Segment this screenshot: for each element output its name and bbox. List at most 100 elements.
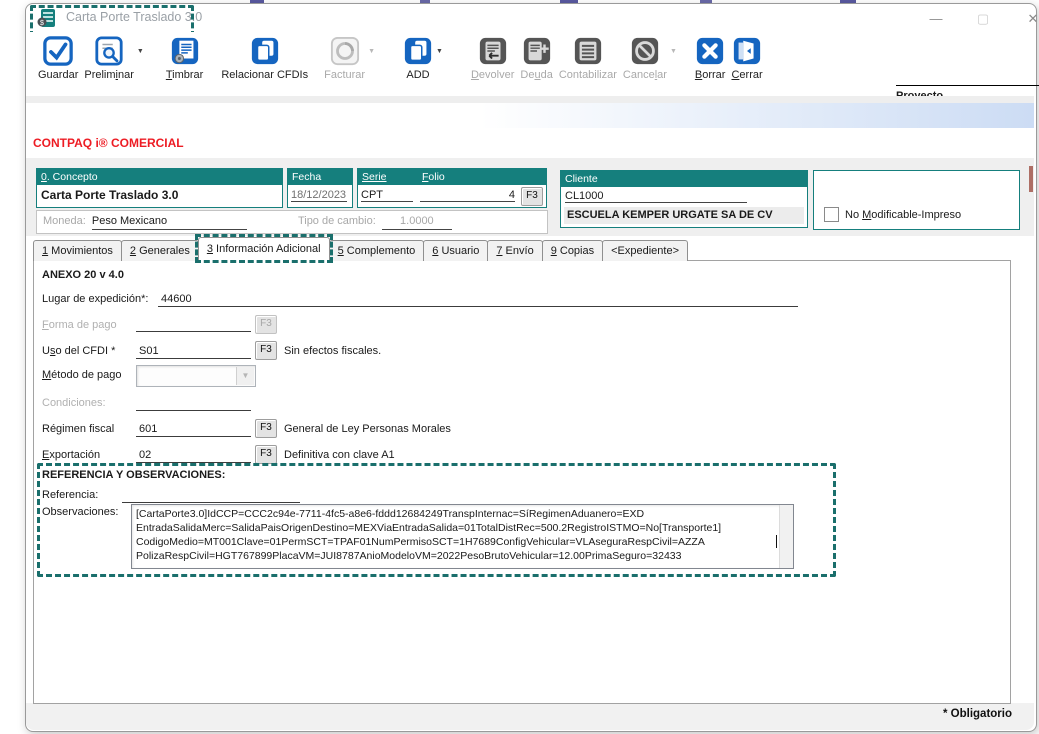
tipo-cambio-value[interactable]: 1.0000	[382, 214, 452, 230]
observaciones-textarea[interactable]: [CartaPorte3.0]IdCCP=CCC2c94e-7711-4fc5-…	[131, 504, 794, 569]
uso-cfdi-f3-button[interactable]: F3	[255, 341, 277, 360]
regimen-fiscal-f3-button[interactable]: F3	[255, 419, 277, 438]
moneda-box: Moneda: Peso Mexicano Tipo de cambio: 1.…	[36, 210, 548, 234]
add-docs-icon	[403, 36, 433, 66]
toolbar-button-label: Devolver	[471, 69, 514, 81]
toolbar-button-borrar[interactable]: Borrar	[695, 36, 726, 81]
return-doc-icon	[478, 36, 508, 66]
toolbar-button-label: Cancelar	[623, 69, 667, 81]
proyecto-input[interactable]	[896, 85, 1039, 86]
observaciones-line: PolizaRespCivil=HGT767899PlacaVM=JUI8787…	[136, 549, 777, 563]
tab-complemento[interactable]: 5 Complemento	[329, 240, 425, 261]
close-icon[interactable]: ✕	[1018, 8, 1039, 30]
tab-movimientos[interactable]: 1 Movimientos	[33, 240, 122, 261]
serie-value[interactable]: CPT	[361, 189, 413, 202]
debt-doc-icon	[522, 36, 552, 66]
toolbar-button-label: Cerrar	[731, 69, 762, 81]
toolbar-button-label: ADD	[406, 69, 429, 81]
cliente-code[interactable]: CL1000	[565, 190, 747, 203]
tab-copias[interactable]: 9 Copias	[542, 240, 603, 261]
tab-envio[interactable]: 7 Envío	[487, 240, 542, 261]
concepto-header: 0. Concepto	[37, 169, 282, 185]
title-bar[interactable]: $ Carta Porte Traslado 3.0 — ▢ ✕	[26, 4, 1034, 32]
toolbar-button-contabilizar: Contabilizar	[559, 36, 617, 81]
toolbar-button-preliminar[interactable]: Preliminar	[84, 36, 134, 81]
metodo-pago-label: Método de pago	[42, 369, 122, 381]
condiciones-input	[136, 396, 251, 411]
uso-cfdi-input[interactable]	[136, 344, 251, 359]
folio-f3-button[interactable]: F3	[521, 187, 543, 206]
exportacion-description: Definitiva con clave A1	[284, 449, 395, 461]
tab-informacion-adicional[interactable]: 3 Información Adicional	[198, 237, 330, 261]
folio-header: Folio	[422, 169, 445, 185]
cliente-box: Cliente CL1000 ESCUELA KEMPER URGATE SA …	[560, 170, 808, 228]
contpaq-app-icon: $	[37, 8, 57, 28]
anexo-title: ANEXO 20 v 4.0	[42, 269, 124, 281]
fecha-value[interactable]: 18/12/2023	[291, 189, 347, 202]
combo-arrow-icon: ▼	[236, 367, 254, 385]
regimen-fiscal-input[interactable]	[136, 422, 251, 437]
save-check-icon	[43, 36, 73, 66]
invoice-circle-icon	[330, 36, 360, 66]
footer-bar: * Obligatorio	[26, 703, 1034, 730]
toolbar-dropdown-add[interactable]: ▼	[436, 48, 443, 55]
tab-usuario[interactable]: 6 Usuario	[423, 240, 488, 261]
exit-door-icon	[732, 36, 762, 66]
toolbar-button-label: Guardar	[38, 69, 78, 81]
toolbar-button-timbrar[interactable]: Timbrar	[166, 36, 203, 81]
toolbar-button-add[interactable]: ADD	[403, 36, 433, 81]
obligatorio-note: * Obligatorio	[943, 708, 1012, 720]
moneda-value[interactable]: Peso Mexicano	[92, 214, 247, 230]
folio-value[interactable]: 4	[420, 189, 515, 202]
minimize-icon[interactable]: —	[921, 8, 951, 30]
tab-expediente[interactable]: <Expediente>	[602, 240, 688, 261]
toolbar-button-label: Deuda	[520, 69, 552, 81]
no-modificable-checkbox[interactable]	[824, 207, 839, 222]
toolbar-button-label: Contabilizar	[559, 69, 617, 81]
observaciones-line: CodigoMedio=MT001Clave=01PermSCT=TPAF01N…	[136, 535, 777, 549]
toolbar-dropdown-facturar: ▼	[368, 48, 375, 55]
toolbar-button-guardar[interactable]: Guardar	[38, 36, 78, 81]
toolbar-button-label: Timbrar	[166, 69, 203, 81]
toolbar-separator	[26, 96, 1034, 103]
toolbar-button-label: Borrar	[695, 69, 726, 81]
condiciones-label: Condiciones:	[42, 397, 106, 409]
toolbar-button-relacionar[interactable]: Relacionar CFDIs	[221, 36, 308, 81]
right-edge-artifact	[1029, 166, 1033, 192]
forma-pago-label: Forma de pago	[42, 319, 117, 331]
forma-pago-f3-button: F3	[255, 315, 277, 334]
tab-panel-informacion-adicional: ANEXO 20 v 4.0 Lugar de expedición*: 446…	[33, 260, 1011, 704]
maximize-icon[interactable]: ▢	[968, 8, 998, 30]
toolbar-button-label: Relacionar CFDIs	[221, 69, 308, 81]
svg-text:$: $	[40, 20, 44, 27]
exportacion-input[interactable]	[136, 448, 251, 463]
tab-generales[interactable]: 2 Generales	[121, 240, 199, 261]
uso-cfdi-description: Sin efectos fiscales.	[284, 345, 381, 357]
exportacion-f3-button[interactable]: F3	[255, 445, 277, 464]
moneda-label: Moneda:	[43, 215, 86, 227]
related-docs-icon	[250, 36, 280, 66]
fecha-header: Fecha	[288, 169, 352, 185]
concepto-value[interactable]: Carta Porte Traslado 3.0	[37, 185, 282, 202]
toolbar-dropdown-preliminar[interactable]: ▼	[137, 48, 144, 55]
cancel-prohibition-icon	[630, 36, 660, 66]
observaciones-scrollbar[interactable]	[779, 505, 793, 568]
referencia-section-title: REFERENCIA Y OBSERVACIONES:	[42, 469, 225, 481]
referencia-input[interactable]	[122, 488, 300, 503]
lugar-expedicion-label: Lugar de expedición*:	[42, 293, 148, 305]
ledger-icon	[573, 36, 603, 66]
lugar-expedicion-input[interactable]	[158, 292, 798, 307]
metodo-pago-select: ▼	[136, 365, 256, 387]
observaciones-label: Observaciones:	[42, 506, 118, 518]
tab-strip: 1 Movimientos2 Generales3 Información Ad…	[33, 239, 687, 261]
no-modificable-label: No Modificable-Impreso	[845, 209, 961, 221]
observaciones-line: [CartaPorte3.0]IdCCP=CCC2c94e-7711-4fc5-…	[136, 507, 777, 521]
stamp-doc-icon	[170, 36, 200, 66]
concepto-box: 0. Concepto Carta Porte Traslado 3.0	[36, 168, 283, 208]
toolbar-button-label: Preliminar	[84, 69, 134, 81]
forma-pago-input	[136, 317, 251, 332]
regimen-fiscal-description: General de Ley Personas Morales	[284, 423, 451, 435]
toolbar-dropdown-cancelar: ▼	[670, 48, 677, 55]
document-banner	[26, 103, 1034, 128]
toolbar-button-cerrar[interactable]: Cerrar	[731, 36, 762, 81]
